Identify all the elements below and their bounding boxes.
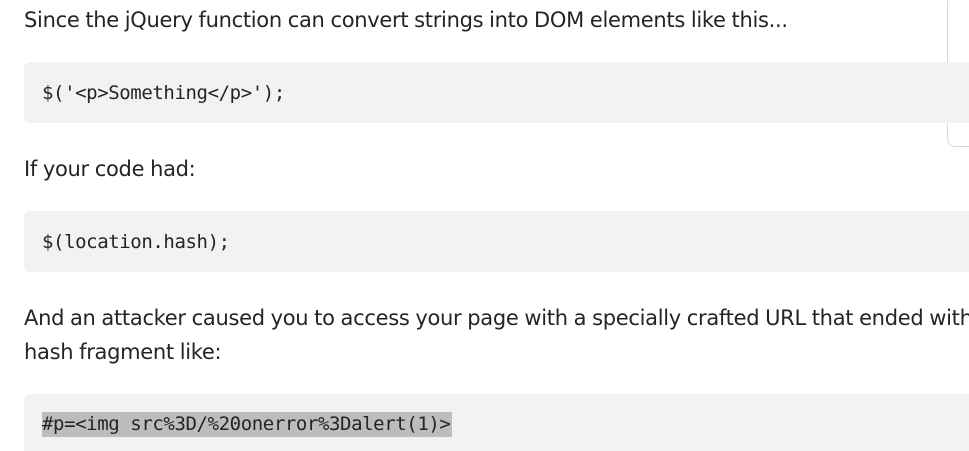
code-text[interactable]: $(location.hash);	[42, 231, 230, 253]
code-block-hash-fragment: #p=<img src%3D/%20onerror%3Dalert(1)>	[24, 394, 969, 451]
paragraph-attacker-line-1: And an attacker caused you to access you…	[24, 306, 969, 330]
paragraph-attacker-line-2: hash fragment like:	[24, 340, 222, 364]
code-block-location-hash: $(location.hash);	[24, 211, 969, 272]
paragraph-code-had: If your code had:	[24, 157, 196, 181]
intro-paragraph: Since the jQuery function can convert st…	[24, 8, 788, 32]
selected-code-text[interactable]: #p=<img src%3D/%20onerror%3Dalert(1)>	[42, 412, 453, 437]
code-text[interactable]: $('<p>Something</p>');	[42, 82, 285, 104]
code-block-jquery-string: $('<p>Something</p>');	[24, 62, 969, 123]
